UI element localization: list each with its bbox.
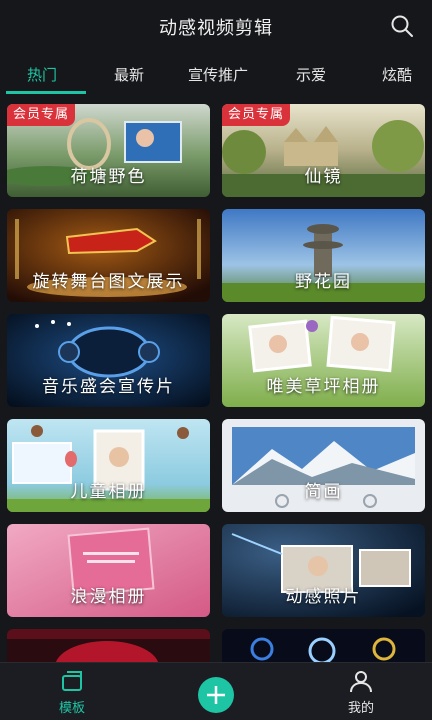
member-only-badge: 会员专属 <box>7 104 76 126</box>
template-title: 动感照片 <box>285 587 362 607</box>
nav-mine-label: 我的 <box>347 701 374 716</box>
template-card[interactable]: 野花园 <box>222 209 425 302</box>
template-title: 野花园 <box>295 272 352 292</box>
template-title: 荷塘野色 <box>70 167 147 187</box>
template-title: 浪漫相册 <box>70 587 147 607</box>
template-card[interactable]: 浪漫相册 <box>7 524 210 617</box>
tab-love[interactable]: 示爱 <box>296 64 326 85</box>
tab-promotion[interactable]: 宣传推广 <box>188 64 248 85</box>
tab-cool[interactable]: 炫酷 <box>382 64 412 85</box>
app-title: 动感视频剪辑 <box>159 18 273 39</box>
search-icon[interactable] <box>390 14 414 38</box>
template-title: 儿童相册 <box>70 482 147 502</box>
template-thumbnail <box>222 629 425 662</box>
template-card[interactable]: 简画 <box>222 419 425 512</box>
template-title: 唯美草坪相册 <box>266 377 381 397</box>
template-card[interactable]: 唯美草坪相册 <box>222 314 425 407</box>
template-card[interactable]: 会员专属 仙镜 <box>222 104 425 197</box>
template-card[interactable]: 音乐盛会宣传片 <box>7 314 210 407</box>
active-tab-indicator <box>6 91 86 94</box>
template-title: 旋转舞台图文展示 <box>32 272 185 292</box>
template-card[interactable]: 儿童相册 <box>7 419 210 512</box>
category-tabs: 热门 最新 宣传推广 示爱 炫酷 <box>0 54 432 94</box>
top-bar: 动感视频剪辑 <box>0 0 432 54</box>
bottom-nav: 模板 我的 <box>0 662 432 720</box>
template-card[interactable] <box>222 629 425 662</box>
tab-hot[interactable]: 热门 <box>27 64 57 85</box>
user-icon <box>350 671 372 693</box>
template-card[interactable]: 会员专属 荷塘野色 <box>7 104 210 197</box>
nav-templates[interactable]: 模板 <box>32 663 112 720</box>
template-title: 简画 <box>304 482 343 502</box>
plus-icon <box>207 686 225 704</box>
template-card[interactable] <box>7 629 210 662</box>
templates-icon <box>62 671 82 691</box>
nav-mine[interactable]: 我的 <box>321 663 401 720</box>
template-title: 音乐盛会宣传片 <box>42 377 175 397</box>
add-button[interactable] <box>198 677 234 713</box>
template-grid: 会员专属 荷塘野色 会员专属 仙镜 旋转舞台图文展示 野花园 音乐盛会宣传片 唯… <box>0 98 432 662</box>
template-title: 仙镜 <box>304 167 343 187</box>
template-card[interactable]: 旋转舞台图文展示 <box>7 209 210 302</box>
tab-latest[interactable]: 最新 <box>114 64 144 85</box>
nav-templates-label: 模板 <box>58 701 85 716</box>
member-only-badge: 会员专属 <box>222 104 291 126</box>
template-thumbnail <box>7 629 210 662</box>
template-card[interactable]: 动感照片 <box>222 524 425 617</box>
